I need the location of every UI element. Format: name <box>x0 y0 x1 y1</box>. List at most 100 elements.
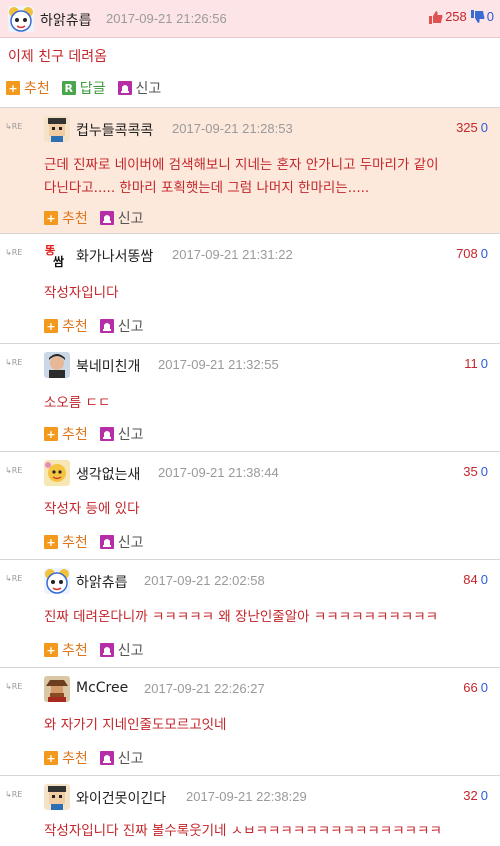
comment-body-line: 진짜 데려온다니까 ㅋㅋㅋㅋㅋ 왜 장난인줄알아 ㅋㅋㅋㅋㅋㅋㅋㅋㅋㅋ <box>44 609 439 625</box>
comment-body: 작성자입니다 <box>44 282 119 305</box>
recommend-button[interactable]: + 추천 <box>44 532 88 552</box>
plus-icon: + <box>6 81 20 95</box>
comment-item: ↳RE 똥쌈 화가나서똥쌈 2017-09-21 21:31:22 708 0 작… <box>0 233 500 343</box>
comment-body: 근데 진짜로 네이버에 검색해보니 지네는 혼자 안가니고 두마리가 같이 다닌다… <box>44 154 439 200</box>
re-label: RE <box>11 466 23 475</box>
downvote-count: 0 <box>486 9 494 24</box>
commenter-nickname[interactable]: McCree <box>76 680 128 696</box>
thumbs-down-icon[interactable] <box>470 9 485 24</box>
reply-label: 답글 <box>79 81 106 97</box>
commenter-avatar[interactable]: 똥쌈 <box>44 242 70 268</box>
author-avatar[interactable] <box>8 6 34 32</box>
commenter-avatar[interactable] <box>44 460 70 486</box>
comment-upvote-count: 325 <box>456 120 478 135</box>
recommend-label: 추천 <box>62 751 88 767</box>
comment-body-line: 작성자 등에 있다 <box>44 501 140 517</box>
recommend-button[interactable]: + 추천 <box>44 208 88 228</box>
comment-actions: + 추천 신고 <box>44 424 156 444</box>
report-label: 신고 <box>117 319 144 335</box>
commenter-nickname[interactable]: 컵누들콕콕콕 <box>76 120 153 140</box>
commenter-nickname[interactable]: 북네미친개 <box>76 356 140 376</box>
post-body: 이제 친구 데려옴 <box>8 49 108 65</box>
comment-item: ↳RE 북네미친개 2017-09-21 21:32:55 11 0 소오름 ㄷㄷ… <box>0 343 500 451</box>
plus-icon: + <box>44 427 58 441</box>
comment-date: 2017-09-21 22:38:29 <box>186 789 307 804</box>
comment-vote-counts: 11 0 <box>464 356 488 371</box>
comment-body-line: 와 자가기 지네인줄도모르고잇네 <box>44 717 227 733</box>
comment-body: 소오름 ㄷㄷ <box>44 392 110 415</box>
comment-upvote-count: 66 <box>463 680 478 695</box>
comment-body-line: 작성자입니다 <box>44 285 119 301</box>
siren-icon <box>99 211 114 225</box>
comment-date: 2017-09-21 21:31:22 <box>172 247 293 262</box>
comment-date: 2017-09-21 22:26:27 <box>144 681 265 696</box>
comment-upvote-count: 84 <box>463 572 478 587</box>
reply-arrow-icon: ↳RE <box>5 682 23 691</box>
comment-date: 2017-09-21 21:38:44 <box>158 465 279 480</box>
post-vote-counts: 258 0 <box>429 9 494 24</box>
plus-icon: + <box>44 211 58 225</box>
comment-actions: + 추천 신고 <box>44 532 156 552</box>
report-button[interactable]: 신고 <box>99 748 144 768</box>
recommend-label: 추천 <box>62 535 88 551</box>
comment-vote-counts: 35 0 <box>463 464 488 479</box>
commenter-avatar[interactable] <box>44 568 70 594</box>
recommend-button[interactable]: + 추천 <box>44 424 88 444</box>
comment-date: 2017-09-21 21:32:55 <box>158 357 279 372</box>
recommend-button[interactable]: + 추천 <box>6 78 50 98</box>
post-header: 하앍츄릅 2017-09-21 21:26:56 258 0 <box>0 0 500 38</box>
report-label: 신고 <box>117 427 144 443</box>
comment-actions: + 추천 신고 <box>44 208 156 228</box>
reply-button[interactable]: R 답글 <box>61 78 106 98</box>
recommend-button[interactable]: + 추천 <box>44 748 88 768</box>
thumbs-up-icon[interactable] <box>429 10 443 24</box>
commenter-avatar[interactable] <box>44 352 70 378</box>
comment-vote-counts: 325 0 <box>456 120 488 135</box>
siren-icon <box>117 81 132 95</box>
commenter-avatar[interactable] <box>44 116 70 142</box>
author-nickname[interactable]: 하앍츄릅 <box>40 10 92 30</box>
commenter-nickname[interactable]: 와이건못이긴다 <box>76 788 166 808</box>
report-button[interactable]: 신고 <box>99 424 144 444</box>
comment-downvote-count: 0 <box>480 464 488 479</box>
reply-arrow-icon: ↳RE <box>5 248 23 257</box>
report-button[interactable]: 신고 <box>117 78 161 98</box>
reply-arrow-icon: ↳RE <box>5 466 23 475</box>
comment-date: 2017-09-21 21:28:53 <box>172 121 293 136</box>
plus-icon: + <box>44 643 58 657</box>
comment-item: ↳RE 와이건못이긴다 2017-09-21 22:38:29 32 0 작성자입… <box>0 775 500 846</box>
commenter-nickname[interactable]: 생각없는새 <box>76 464 140 484</box>
commenter-nickname[interactable]: 화가나서똥쌈 <box>76 246 153 266</box>
commenter-avatar[interactable] <box>44 676 70 702</box>
recommend-button[interactable]: + 추천 <box>44 316 88 336</box>
reply-arrow-icon: ↳RE <box>5 122 23 131</box>
comment-downvote-count: 0 <box>480 356 488 371</box>
comment-downvote-count: 0 <box>480 572 488 587</box>
siren-icon <box>99 643 114 657</box>
re-label: RE <box>11 248 23 257</box>
recommend-label: 추천 <box>62 211 88 227</box>
reply-icon: R <box>61 81 76 95</box>
post-actions: + 추천 R 답글 신고 <box>6 78 173 98</box>
re-label: RE <box>11 122 23 131</box>
comment-body: 작성자 등에 있다 <box>44 498 140 521</box>
recommend-button[interactable]: + 추천 <box>44 640 88 660</box>
report-button[interactable]: 신고 <box>99 316 144 336</box>
comment-upvote-count: 708 <box>456 246 478 261</box>
comment-upvote-count: 32 <box>463 788 478 803</box>
siren-icon <box>99 319 114 333</box>
upvote-count: 258 <box>445 9 467 24</box>
recommend-label: 추천 <box>62 319 88 335</box>
report-button[interactable]: 신고 <box>99 640 144 660</box>
report-button[interactable]: 신고 <box>99 532 144 552</box>
re-label: RE <box>11 682 23 691</box>
commenter-avatar[interactable] <box>44 784 70 810</box>
commenter-nickname[interactable]: 하앍츄릅 <box>76 572 128 592</box>
plus-icon: + <box>44 535 58 549</box>
report-label: 신고 <box>117 535 144 551</box>
comment-actions: + 추천 신고 <box>44 748 156 768</box>
report-button[interactable]: 신고 <box>99 208 144 228</box>
report-label: 신고 <box>117 211 144 227</box>
reply-arrow-icon: ↳RE <box>5 574 23 583</box>
comment-body-line: 다닌다고..... 한마리 포획햇는데 그럼 나머지 한마리는..... <box>44 180 370 196</box>
